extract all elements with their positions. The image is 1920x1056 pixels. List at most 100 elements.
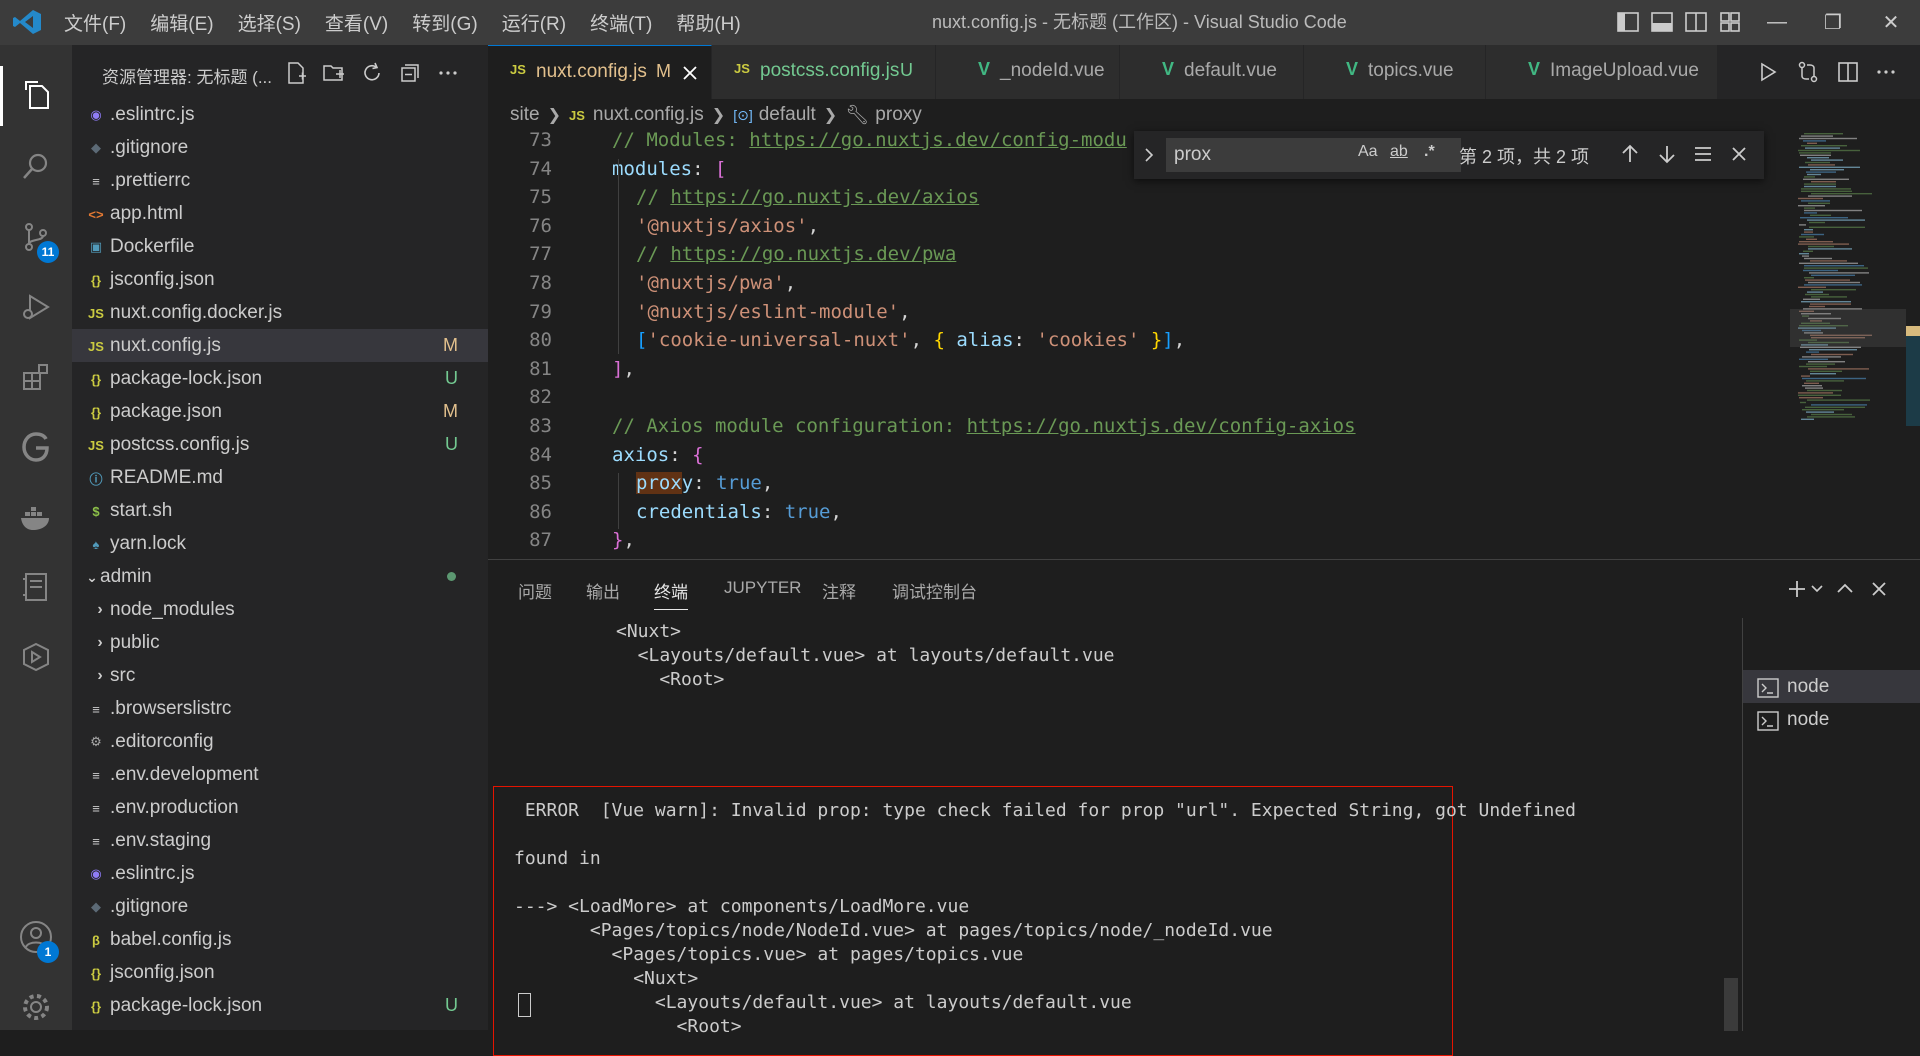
activity-search[interactable] [0, 136, 72, 196]
code-link[interactable]: https://go.nuxtjs.dev/config-axios [967, 415, 1356, 437]
menu-view[interactable]: 查看(V) [325, 9, 388, 36]
activity-remote[interactable] [0, 627, 72, 687]
tree-item[interactable]: ≡ .env.staging [72, 824, 488, 857]
find-in-selection-icon[interactable] [1692, 143, 1714, 165]
tab-nodeid-vue[interactable]: V _nodeId.vue [936, 45, 1120, 99]
chevron-down-icon[interactable] [1810, 578, 1824, 600]
tab-postcss-config[interactable]: JS postcss.config.js U [712, 45, 936, 99]
toggle-sidebar-icon[interactable] [1616, 10, 1640, 34]
tree-item[interactable]: {} package.json M [72, 395, 488, 428]
tree-item[interactable]: JS nuxt.config.docker.js [72, 296, 488, 329]
new-terminal-icon[interactable] [1786, 578, 1808, 600]
code-link[interactable]: https://go.nuxtjs.dev/config-modu [749, 131, 1127, 151]
tree-item[interactable]: ≡ .prettierrc [72, 164, 488, 197]
terminal-output[interactable]: <Nuxt> <Layouts/default.vue> at layouts/… [488, 618, 1738, 1056]
terminal-scrollbar[interactable] [1724, 978, 1738, 1031]
tab-terminal[interactable]: 终端 [654, 578, 688, 610]
tab-debug-console[interactable]: 调试控制台 [892, 578, 977, 603]
terminal-item[interactable]: node [1743, 670, 1920, 703]
close-icon[interactable] [682, 65, 698, 81]
activity-notebook[interactable] [0, 557, 72, 617]
tree-item[interactable]: ◉ .eslintrc.js [72, 857, 488, 890]
regex-option[interactable]: .* [1424, 143, 1435, 161]
breadcrumb-site[interactable]: site [510, 104, 540, 126]
activity-run-debug[interactable] [0, 277, 72, 337]
activity-extensions[interactable] [0, 347, 72, 407]
activity-source-control[interactable]: 11 [0, 207, 72, 267]
tree-item[interactable]: $ start.sh [72, 494, 488, 527]
tree-item[interactable]: ◆ .gitignore [72, 131, 488, 164]
find-input[interactable] [1166, 138, 1461, 172]
compare-changes-icon[interactable] [1796, 60, 1820, 84]
tree-item[interactable]: {} package-lock.json U [72, 362, 488, 395]
customize-layout-icon[interactable] [1718, 10, 1742, 34]
tree-item[interactable]: ◉ .eslintrc.js [72, 98, 488, 131]
split-editor-icon[interactable] [1836, 60, 1860, 84]
tree-item[interactable]: <> app.html [72, 197, 488, 230]
tab-topics-vue[interactable]: V topics.vue [1304, 45, 1486, 99]
tree-item[interactable]: › src [72, 659, 488, 692]
activity-docker[interactable] [0, 487, 72, 547]
tab-output[interactable]: 输出 [586, 578, 620, 603]
tree-item[interactable]: ♠ yarn.lock [72, 527, 488, 560]
terminal-item[interactable]: node [1743, 703, 1920, 736]
activity-accounts[interactable]: 1 [0, 907, 72, 967]
tree-item[interactable]: {} jsconfig.json [72, 263, 488, 296]
refresh-icon[interactable] [360, 61, 384, 85]
toggle-replace-chevron-icon[interactable] [1142, 147, 1156, 163]
code-link[interactable]: https://go.nuxtjs.dev/pwa [670, 243, 956, 265]
tab-comments[interactable]: 注释 [822, 578, 856, 603]
minimap[interactable] [1790, 131, 1906, 559]
tree-item[interactable]: {} jsconfig.json [72, 956, 488, 989]
restore-button[interactable]: ❐ [1808, 0, 1858, 45]
tree-item[interactable]: ◆ .gitignore [72, 890, 488, 923]
run-icon[interactable] [1756, 60, 1780, 84]
menu-edit[interactable]: 编辑(E) [150, 9, 213, 36]
editor-scrollbar[interactable] [1906, 131, 1920, 559]
menu-go[interactable]: 转到(G) [412, 9, 477, 36]
arrow-up-icon[interactable] [1619, 143, 1641, 165]
tree-item[interactable]: ≡ .env.development [72, 758, 488, 791]
breadcrumb-symbol-proxy[interactable]: proxy [875, 104, 921, 126]
menu-run[interactable]: 运行(R) [502, 9, 566, 36]
maximize-panel-icon[interactable] [1834, 578, 1856, 600]
tree-item[interactable]: {} package-lock.json U [72, 989, 488, 1022]
tree-item[interactable]: ⓘ README.md [72, 461, 488, 494]
tab-nuxt-config[interactable]: JS nuxt.config.js M [488, 45, 712, 99]
activity-explorer[interactable] [0, 66, 72, 126]
menu-selection[interactable]: 选择(S) [238, 9, 301, 36]
code-editor[interactable]: 73 // Modules: https://go.nuxtjs.dev/conf… [488, 131, 1920, 559]
arrow-down-icon[interactable] [1656, 143, 1678, 165]
match-case-option[interactable]: Aa [1358, 143, 1378, 161]
toggle-panel-icon[interactable] [1650, 10, 1674, 34]
tree-item[interactable]: ▣ Dockerfile [72, 230, 488, 263]
new-file-icon[interactable] [284, 61, 308, 85]
close-icon[interactable] [1728, 143, 1750, 165]
tree-item[interactable]: ≡ .browserslistrc [72, 692, 488, 725]
menu-help[interactable]: 帮助(H) [676, 9, 740, 36]
tree-item[interactable]: ⚙ .editorconfig [72, 725, 488, 758]
tab-imageupload-vue[interactable]: V ImageUpload.vue [1486, 45, 1718, 99]
tab-default-vue[interactable]: V default.vue [1120, 45, 1304, 99]
new-folder-icon[interactable] [322, 61, 346, 85]
code-link[interactable]: https://go.nuxtjs.dev/axios [670, 186, 979, 208]
tree-item[interactable]: ≡ .env.production [72, 791, 488, 824]
tab-jupyter[interactable]: JUPYTER [724, 578, 801, 598]
whole-word-option[interactable]: ab [1390, 143, 1408, 161]
editor-more-icon[interactable] [1874, 60, 1898, 84]
tab-problems[interactable]: 问题 [518, 578, 552, 603]
breadcrumb-symbol-default[interactable]: default [759, 104, 816, 126]
close-icon[interactable] [1868, 578, 1890, 600]
breadcrumb-file[interactable]: nuxt.config.js [593, 104, 704, 126]
more-actions-icon[interactable] [436, 61, 460, 85]
menu-terminal[interactable]: 终端(T) [590, 9, 652, 36]
activity-manage[interactable] [0, 977, 72, 1037]
collapse-all-icon[interactable] [398, 61, 422, 85]
minimize-button[interactable]: — [1752, 0, 1802, 45]
tree-item[interactable]: β babel.config.js [72, 923, 488, 956]
tree-item[interactable]: › public [72, 626, 488, 659]
menu-file[interactable]: 文件(F) [64, 9, 126, 36]
close-window-button[interactable]: ✕ [1866, 0, 1916, 45]
tree-item[interactable]: ⌄ admin [72, 560, 488, 593]
toggle-secondary-sidebar-icon[interactable] [1684, 10, 1708, 34]
